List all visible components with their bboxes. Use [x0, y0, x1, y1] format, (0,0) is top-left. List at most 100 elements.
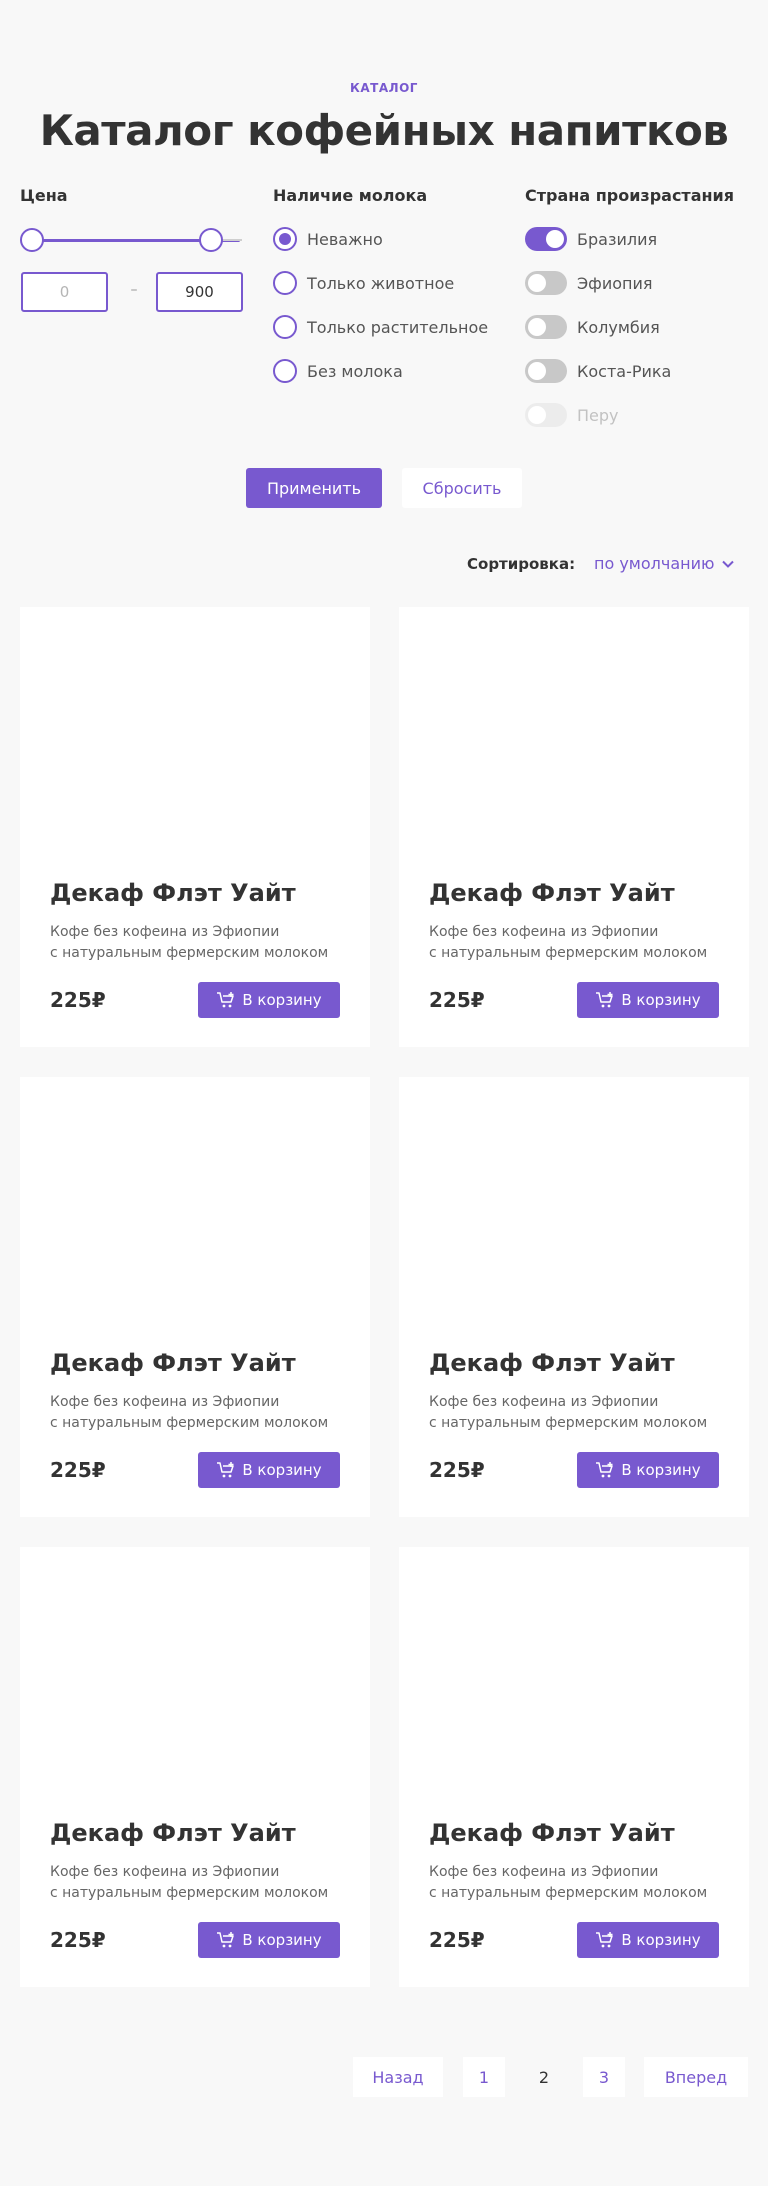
country-option-peru: Перу [525, 402, 619, 428]
cart-add-icon [217, 992, 235, 1008]
add-to-cart-label: В корзину [242, 1931, 322, 1949]
radio-label: Неважно [307, 229, 383, 249]
page-title: Каталог кофейных напитков [39, 106, 729, 155]
cart-add-icon [217, 1932, 235, 1948]
add-to-cart-label: В корзину [621, 1461, 701, 1479]
radio-unchecked[interactable] [273, 315, 297, 339]
cart-add-icon [596, 1462, 614, 1478]
toggle-label: Бразилия [577, 229, 658, 249]
description-line: с натуральным фермерским молоком [429, 1415, 708, 1431]
pagination-prev[interactable]: Назад [353, 2057, 443, 2097]
product-title: Декаф Флэт Уайт [429, 1349, 675, 1377]
radio-unchecked[interactable] [273, 271, 297, 295]
country-option-ethiopia[interactable]: Эфиопия [525, 270, 653, 296]
toggle-disabled [525, 403, 567, 427]
toggle-label: Эфиопия [577, 273, 653, 293]
price-heading: Цена [20, 186, 68, 205]
description-line: Кофе без кофеина из Эфиопии [429, 1864, 659, 1880]
reset-button[interactable]: Сбросить [402, 468, 522, 508]
country-heading: Страна произрастания [525, 186, 735, 205]
sort-select[interactable]: по умолчанию [594, 554, 735, 573]
price-slider-rest [222, 239, 242, 241]
price-max-input[interactable] [156, 272, 243, 312]
price-slider-max-handle[interactable] [199, 228, 223, 252]
apply-button[interactable]: Применить [246, 468, 382, 508]
radio-label: Без молока [307, 361, 403, 381]
milk-heading: Наличие молока [273, 186, 428, 205]
toggle-on[interactable] [525, 227, 567, 251]
add-to-cart-button[interactable]: В корзину [198, 982, 340, 1018]
product-description: Кофе без кофеина из Эфиопии с натуральны… [429, 922, 729, 964]
pagination-page[interactable]: 1 [463, 2057, 505, 2097]
add-to-cart-label: В корзину [621, 1931, 701, 1949]
add-to-cart-button[interactable]: В корзину [577, 982, 719, 1018]
chevron-down-icon [722, 560, 735, 568]
description-line: с натуральным фермерским молоком [50, 1885, 329, 1901]
description-line: Кофе без кофеина из Эфиопии [429, 924, 659, 940]
toggle-label: Колумбия [577, 317, 660, 337]
product-price: 225₽ [50, 988, 106, 1012]
country-option-brazil[interactable]: Бразилия [525, 226, 657, 252]
product-price: 225₽ [429, 1458, 485, 1482]
price-range-dash: – [130, 282, 138, 298]
product-price: 225₽ [50, 1458, 106, 1482]
toggle-label: Коста-Рика [577, 361, 672, 381]
description-line: Кофе без кофеина из Эфиопии [50, 924, 280, 940]
product-description: Кофе без кофеина из Эфиопии с натуральны… [429, 1862, 729, 1904]
pagination-page-current: 2 [523, 2057, 565, 2097]
product-image [20, 1077, 370, 1327]
product-description: Кофе без кофеина из Эфиопии с натуральны… [50, 922, 350, 964]
product-title: Декаф Флэт Уайт [50, 1819, 296, 1847]
toggle-label: Перу [577, 405, 619, 425]
price-slider-min-handle[interactable] [20, 228, 44, 252]
milk-option-animal[interactable]: Только животное [273, 270, 454, 296]
sort-value: по умолчанию [594, 554, 715, 573]
add-to-cart-label: В корзину [621, 991, 701, 1009]
radio-label: Только растительное [307, 317, 489, 337]
product-card: Декаф Флэт Уайт Кофе без кофеина из Эфио… [20, 1547, 370, 1987]
description-line: Кофе без кофеина из Эфиопии [50, 1864, 280, 1880]
product-title: Декаф Флэт Уайт [50, 1349, 296, 1377]
catalog-eyebrow: КАТАЛОГ [350, 81, 418, 95]
description-line: с натуральным фермерским молоком [429, 1885, 708, 1901]
product-description: Кофе без кофеина из Эфиопии с натуральны… [429, 1392, 729, 1434]
pagination-page[interactable]: 3 [583, 2057, 625, 2097]
product-card: Декаф Флэт Уайт Кофе без кофеина из Эфио… [20, 607, 370, 1047]
add-to-cart-button[interactable]: В корзину [198, 1922, 340, 1958]
milk-option-none[interactable]: Без молока [273, 358, 403, 384]
product-card: Декаф Флэт Уайт Кофе без кофеина из Эфио… [399, 1547, 749, 1987]
product-card: Декаф Флэт Уайт Кофе без кофеина из Эфио… [399, 1077, 749, 1517]
milk-option-any[interactable]: Неважно [273, 226, 383, 252]
product-image [399, 1077, 749, 1327]
pagination-next[interactable]: Вперед [644, 2057, 748, 2097]
toggle-off[interactable] [525, 359, 567, 383]
product-title: Декаф Флэт Уайт [429, 1819, 675, 1847]
add-to-cart-label: В корзину [242, 1461, 322, 1479]
add-to-cart-label: В корзину [242, 991, 322, 1009]
add-to-cart-button[interactable]: В корзину [577, 1452, 719, 1488]
country-option-costa-rica[interactable]: Коста-Рика [525, 358, 671, 384]
product-card: Декаф Флэт Уайт Кофе без кофеина из Эфио… [399, 607, 749, 1047]
milk-option-plant[interactable]: Только растительное [273, 314, 488, 340]
price-min-input[interactable] [21, 272, 108, 312]
product-image [399, 1547, 749, 1797]
radio-checked[interactable] [273, 227, 297, 251]
sort-label: Сортировка: [467, 555, 576, 573]
description-line: с натуральным фермерским молоком [50, 945, 329, 961]
description-line: Кофе без кофеина из Эфиопии [429, 1394, 659, 1410]
product-description: Кофе без кофеина из Эфиопии с натуральны… [50, 1862, 350, 1904]
cart-add-icon [596, 1932, 614, 1948]
radio-unchecked[interactable] [273, 359, 297, 383]
product-image [399, 607, 749, 857]
add-to-cart-button[interactable]: В корзину [198, 1452, 340, 1488]
product-title: Декаф Флэт Уайт [429, 879, 675, 907]
country-option-colombia[interactable]: Колумбия [525, 314, 660, 340]
description-line: с натуральным фермерским молоком [50, 1415, 329, 1431]
radio-label: Только животное [307, 273, 455, 293]
toggle-off[interactable] [525, 271, 567, 295]
product-card: Декаф Флэт Уайт Кофе без кофеина из Эфио… [20, 1077, 370, 1517]
product-image [20, 607, 370, 857]
add-to-cart-button[interactable]: В корзину [577, 1922, 719, 1958]
description-line: с натуральным фермерским молоком [429, 945, 708, 961]
toggle-off[interactable] [525, 315, 567, 339]
